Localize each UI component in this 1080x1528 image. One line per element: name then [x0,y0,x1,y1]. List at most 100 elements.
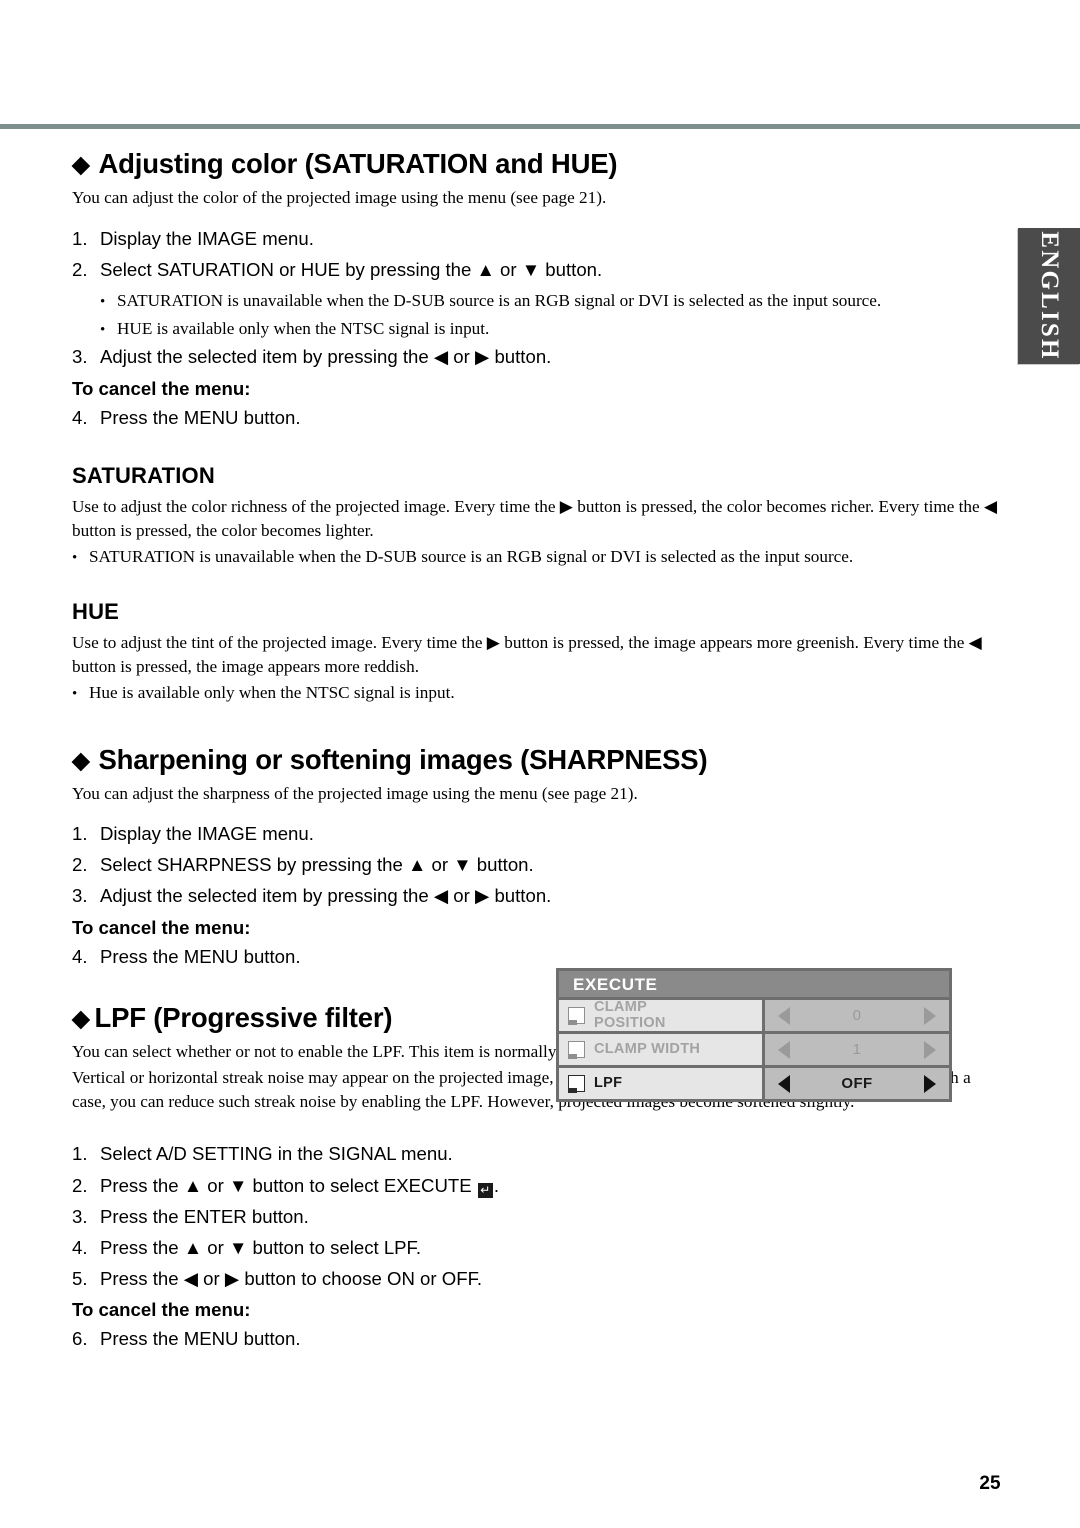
step-number: 2. [72,258,88,280]
step-number: 4. [72,1236,88,1258]
step-text: Press the ▲ or ▼ button to select LPF. [100,1236,422,1258]
language-tab-english: ENGLISH [1018,228,1080,364]
osd-row-value: 0 [852,1007,862,1024]
subsection-heading-hue: HUE [72,599,120,625]
header-rule [0,124,1080,129]
section-heading-adjusting-color: ◆ Adjusting color (SATURATION and HUE) [72,148,1008,180]
step-text: Select SATURATION or HUE by pressing the… [100,258,603,280]
step-text: Press the ENTER button. [100,1205,309,1227]
step-item: 4. Press the MENU button. [72,406,1008,430]
osd-row-clamp-width[interactable]: CLAMP WIDTH 1 [559,1034,949,1065]
osd-row-lpf[interactable]: LPF OFF [559,1068,949,1099]
bullet-item: • SATURATION is unavailable when the D-S… [72,289,1008,312]
step-number: 4. [72,406,88,428]
osd-row-label-line1: CLAMP [594,999,648,1016]
step-item: 1. Display the IMAGE menu. [72,227,1008,251]
bullet-dot-icon: • [72,549,78,566]
page-number: 25 [979,1473,1001,1494]
section-heading-text: Adjusting color (SATURATION and HUE) [98,148,618,179]
step-item: 3. Adjust the selected item by pressing … [72,884,1008,908]
bullet-text: HUE is available only when the NTSC sign… [117,319,490,339]
osd-label-cell: LPF [559,1068,762,1099]
osd-menu-title: EXECUTE [559,971,949,997]
bullet-item: • SATURATION is unavailable when the D-S… [72,545,1008,568]
document-body: ◆ Adjusting color (SATURATION and HUE) Y… [72,148,1008,1358]
osd-menu-execute: EXECUTE CLAMP POSITION 0 CLAMP WIDTH 1 LP… [556,968,952,1102]
step-text: Adjust the selected item by pressing the… [100,346,552,368]
step-item: 4. Press the ▲ or ▼ button to select LPF… [72,1236,542,1260]
step-text: Select A/D SETTING in the SIGNAL menu. [100,1143,453,1165]
enter-marker-icon [567,1075,585,1093]
arrow-left-icon[interactable] [778,1040,790,1059]
step-text: Adjust the selected item by pressing the… [100,885,552,907]
osd-value-cell[interactable]: OFF [765,1068,949,1099]
osd-row-clamp-position[interactable]: CLAMP POSITION 0 [559,1000,949,1031]
step-number: 1. [72,227,88,249]
osd-row-value: OFF [841,1075,873,1092]
osd-row-label: LPF [594,1074,623,1091]
step-number: 5. [72,1268,88,1290]
osd-row-label-line2: POSITION [594,1014,666,1031]
section-intro-text: You can adjust the sharpness of the proj… [72,783,638,803]
bullet-item: • HUE is available only when the NTSC si… [72,317,1008,340]
osd-label-cell: CLAMP WIDTH [559,1034,762,1065]
section-heading-text: Sharpening or softening images (SHARPNES… [98,743,708,775]
step-text: Press the MENU button. [100,945,301,967]
step-text: Press the MENU button. [100,406,301,428]
step-number: 6. [72,1328,88,1350]
step-number: 3. [72,346,88,368]
language-tab-label: ENGLISH [1036,231,1063,361]
step-item: 4. Press the MENU button. [72,945,1008,969]
step-number: 1. [72,1143,88,1165]
arrow-right-icon[interactable] [924,1040,936,1059]
section-heading-text: LPF (Progressive filter) [94,1001,393,1033]
step-text-after: . [493,1174,499,1196]
arrow-right-icon[interactable] [923,1074,936,1093]
osd-label-cell: CLAMP POSITION [559,1000,762,1031]
step-number: 2. [72,1174,88,1196]
step-text: Display the IMAGE menu. [100,227,314,249]
enter-marker-icon [567,1007,585,1025]
step-item: 1. Display the IMAGE menu. [72,822,1008,846]
step-item: 5. Press the ◀ or ▶ button to choose ON … [72,1267,542,1291]
step-text: Select SHARPNESS by pressing the ▲ or ▼ … [100,854,534,876]
subsection-body-saturation: Use to adjust the color richness of the … [72,496,998,540]
step-item: 3. Adjust the selected item by pressing … [72,345,1008,369]
step-item: 2. Select SATURATION or HUE by pressing … [72,258,1008,282]
cancel-menu-label: To cancel the menu: [72,377,251,399]
diamond-bullet-icon: ◆ [72,151,90,177]
step-item: 1. Select A/D SETTING in the SIGNAL menu… [72,1142,542,1166]
arrow-right-icon[interactable] [924,1006,936,1025]
step-item: 2. Select SHARPNESS by pressing the ▲ or… [72,853,1008,877]
bullet-dot-icon: • [100,322,106,339]
bullet-dot-icon: • [100,293,106,310]
step-number: 1. [72,823,88,845]
arrow-left-icon[interactable] [778,1006,790,1025]
step-text: Press the ▲ or ▼ button to select EXECUT… [100,1174,542,1198]
subsection-body-hue: Use to adjust the tint of the projected … [72,633,982,677]
step-item: 3. Press the ENTER button. [72,1205,542,1229]
bullet-text: SATURATION is unavailable when the D-SUB… [117,290,882,310]
osd-value-cell[interactable]: 1 [765,1034,949,1065]
step-number: 4. [72,945,88,967]
osd-row-value: 1 [852,1041,862,1058]
section-intro-text: You can adjust the color of the projecte… [72,188,607,208]
step-item: 2. Press the ▲ or ▼ button to select EXE… [72,1174,542,1198]
arrow-left-icon[interactable] [778,1074,790,1093]
cancel-menu-label: To cancel the menu: [72,1299,251,1321]
step-item: 6. Press the MENU button. [72,1327,542,1351]
osd-row-label: CLAMP POSITION [594,999,666,1031]
step-text: Display the IMAGE menu. [100,823,314,845]
section-heading-sharpness: ◆ Sharpening or softening images (SHARPN… [72,744,1008,776]
enter-return-icon: ↵ [477,1182,493,1198]
step-text: Press the ◀ or ▶ button to choose ON or … [100,1268,483,1290]
cancel-menu-label: To cancel the menu: [72,916,251,938]
lpf-step-list: 1. Select A/D SETTING in the SIGNAL menu… [72,1142,542,1351]
diamond-bullet-icon: ◆ [72,1004,90,1031]
step-number: 3. [72,885,88,907]
enter-marker-icon [567,1041,585,1059]
bullet-text: SATURATION is unavailable when the D-SUB… [89,546,854,566]
osd-value-cell[interactable]: 0 [765,1000,949,1031]
bullet-item: • Hue is available only when the NTSC si… [72,681,1008,704]
step-number: 2. [72,854,88,876]
